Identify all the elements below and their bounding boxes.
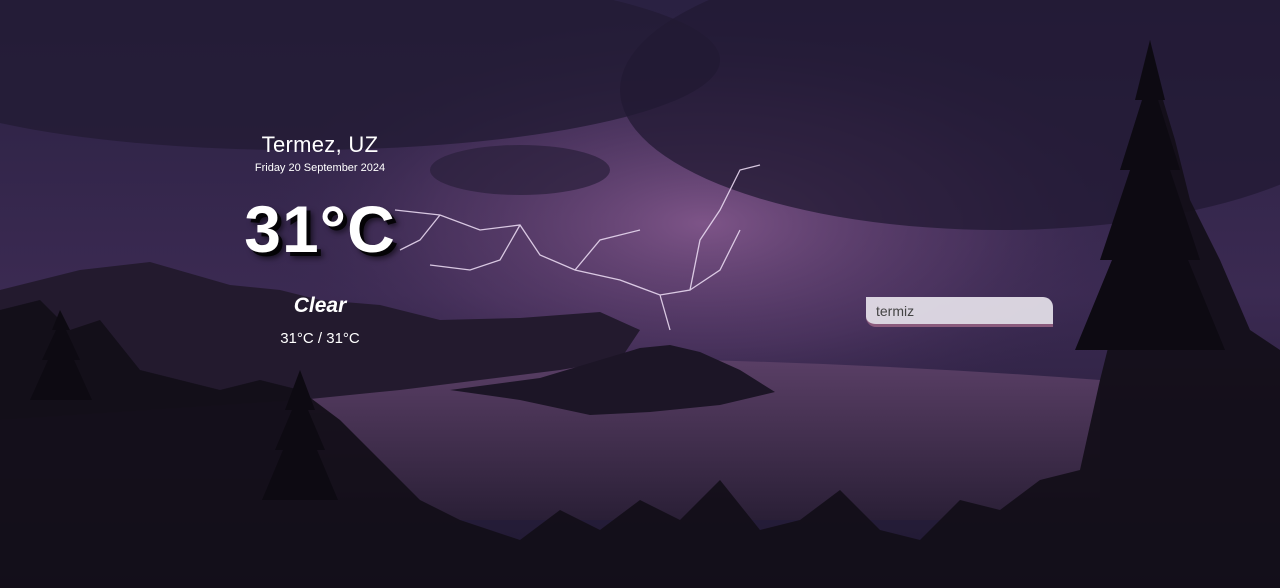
city-name: Termez, UZ xyxy=(261,132,379,157)
background-image xyxy=(0,0,1280,588)
current-temperature: 31°C xyxy=(244,192,396,266)
hi-low-temperature: 31°C / 31°C xyxy=(280,330,360,347)
city-search-input[interactable] xyxy=(866,297,1053,327)
weather-condition: Clear xyxy=(293,294,347,317)
weather-panel: Termez, UZ Friday 20 September 2024 31°C… xyxy=(200,130,440,347)
weather-app: Termez, UZ Friday 20 September 2024 31°C… xyxy=(0,0,1280,588)
current-date: Friday 20 September 2024 xyxy=(254,162,386,174)
